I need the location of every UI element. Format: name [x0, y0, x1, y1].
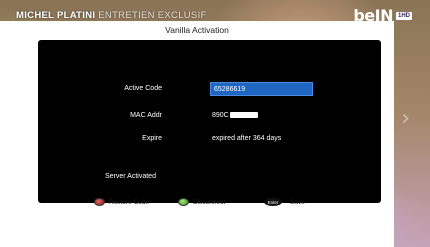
restore-code-label: Restore Code — [109, 198, 150, 206]
channel-banner: MICHEL PLATINI ENTRETIEN EXCLUSIF — [16, 10, 207, 21]
mac-redaction-mask — [229, 112, 258, 119]
activation-panel: Active Code 65286619 MAC Addr 890C Expir… — [38, 40, 381, 203]
green-button-icon — [178, 198, 189, 206]
save-action[interactable]: Enter Save — [264, 198, 305, 206]
active-code-value: 65286619 — [214, 86, 246, 93]
expire-value: expired after 364 days — [212, 135, 282, 142]
banner-subtitle: ENTRETIEN EXCLUSIF — [98, 10, 207, 21]
expire-label: Expire — [142, 135, 162, 142]
nav-right-arrow-icon[interactable]: › — [401, 108, 410, 130]
mac-addr-visible: 890C — [212, 112, 229, 119]
logo-badge: 1HD — [395, 12, 412, 20]
active-code-label: Active Code — [124, 85, 162, 92]
activation-dialog: Vanilla Activation Active Code 65286619 … — [0, 21, 394, 247]
mac-addr-value: 890C — [212, 112, 258, 119]
red-button-icon — [94, 198, 105, 206]
banner-title: MICHEL PLATINI — [16, 10, 96, 21]
disconnect-label: Disconnect — [193, 198, 226, 206]
enter-key-icon: Enter — [264, 198, 282, 206]
dialog-title: Vanilla Activation — [165, 25, 229, 35]
disconnect-action[interactable]: Disconnect — [178, 198, 225, 206]
server-status: Server Activated — [105, 173, 156, 180]
active-code-input[interactable]: 65286619 — [210, 82, 313, 96]
save-label: Save — [290, 198, 305, 206]
mac-addr-label: MAC Addr — [130, 112, 162, 119]
restore-code-action[interactable]: Restore Code — [94, 198, 149, 206]
